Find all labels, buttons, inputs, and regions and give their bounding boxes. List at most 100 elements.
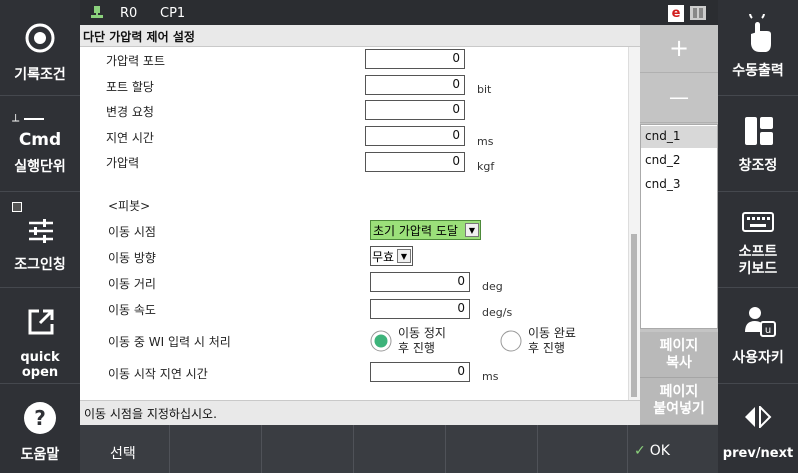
vertical-scrollbar[interactable] xyxy=(628,47,640,400)
soft-keyboard-button[interactable]: 소프트 키보드 xyxy=(718,192,798,288)
add-button[interactable]: + xyxy=(640,25,718,73)
function-key-2[interactable] xyxy=(170,425,262,473)
robot-arm-icon xyxy=(90,5,104,21)
move-speed-unit: deg/s xyxy=(482,306,513,319)
panel-icon xyxy=(690,6,706,20)
change-request-label: 변경 요청 xyxy=(106,105,154,119)
cmd-exec-unit-button[interactable]: ⟂ Cmd 실행단위 xyxy=(0,96,80,192)
function-key-3[interactable] xyxy=(262,425,354,473)
delay-time-label: 지연 시간 xyxy=(106,131,154,145)
page-copy-button[interactable]: 페이지 복사 xyxy=(640,332,718,378)
radio-unselected-icon xyxy=(500,330,522,352)
move-direction-dropdown[interactable]: 무효 ▼ xyxy=(370,246,413,266)
exec-unit-label: 실행단위 xyxy=(14,159,66,175)
open-external-icon xyxy=(27,308,55,336)
window-layout-icon xyxy=(744,116,774,146)
help-button[interactable]: ? 도움말 xyxy=(0,384,80,473)
user-key-label: 사용자키 xyxy=(732,350,784,366)
e-badge: e xyxy=(668,5,684,22)
move-direction-label: 이동 방향 xyxy=(108,251,156,265)
wi-input-label: 이동 중 WI 입력 시 처리 xyxy=(108,335,231,349)
svg-text:⟂: ⟂ xyxy=(12,111,20,124)
function-key-4[interactable] xyxy=(354,425,446,473)
function-key-6[interactable] xyxy=(538,425,628,473)
wi-complete-radio[interactable]: 이동 완료 후 진행 xyxy=(500,326,620,358)
list-item[interactable]: cnd_1 xyxy=(641,126,717,148)
jog-inching-label: 조그인칭 xyxy=(14,257,66,273)
window-control-label: 창조정 xyxy=(738,158,778,174)
status-message: 이동 시점을 지정하십시오. xyxy=(80,400,640,425)
delay-time-unit: ms xyxy=(477,135,494,148)
quick-open-button[interactable]: quick open xyxy=(0,288,80,384)
wi-complete-label: 이동 완료 후 진행 xyxy=(528,326,576,355)
help-label: 도움말 xyxy=(20,447,60,463)
checkbox-icon xyxy=(12,202,22,212)
svg-text:?: ? xyxy=(34,406,46,430)
svg-text:u: u xyxy=(765,325,771,336)
record-condition-label: 기록조건 xyxy=(14,67,66,83)
change-request-field[interactable]: 0 xyxy=(365,100,465,120)
prev-next-icon xyxy=(743,406,773,428)
step-icon: ⟂ xyxy=(12,110,46,124)
port-assign-unit: bit xyxy=(477,83,492,96)
record-icon xyxy=(24,22,56,54)
robot-id: R0 xyxy=(120,6,138,21)
prev-next-label: prev/next xyxy=(722,446,794,461)
manual-output-label: 수동출력 xyxy=(732,63,784,79)
minus-icon: — xyxy=(669,85,689,109)
force-port-field[interactable]: 0 xyxy=(365,49,465,69)
right-sidebar: 수동출력 창조정 소프트 키보드 u 사용자키 prev/next xyxy=(718,0,798,473)
keyboard-icon xyxy=(742,212,774,232)
left-sidebar: 기록조건 ⟂ Cmd 실행단위 조그인칭 quick open ? 도움말 xyxy=(0,0,80,473)
force-unit: kgf xyxy=(477,160,495,173)
ok-button[interactable]: ✓ OK xyxy=(628,425,718,473)
cmd-title: Cmd xyxy=(18,130,62,150)
page-paste-button[interactable]: 페이지 붙여넣기 xyxy=(640,378,718,425)
move-time-label: 이동 시점 xyxy=(108,225,156,239)
wi-stop-radio[interactable]: 이동 정지 후 진행 xyxy=(370,326,490,358)
chevron-down-icon: ▼ xyxy=(397,249,411,263)
function-key-5[interactable] xyxy=(446,425,538,473)
record-condition-button[interactable]: 기록조건 xyxy=(0,0,80,96)
remove-button[interactable]: — xyxy=(640,73,718,123)
user-key-icon: u xyxy=(744,306,776,338)
move-direction-value: 무효 xyxy=(372,250,395,264)
help-icon: ? xyxy=(23,401,57,435)
force-label: 가압력 xyxy=(106,156,140,170)
dialog-title: 다단 가압력 제어 설정 xyxy=(80,25,640,47)
force-port-label: 가압력 포트 xyxy=(106,54,166,68)
move-speed-label: 이동 속도 xyxy=(108,303,156,317)
soft-keyboard-label: 소프트 키보드 xyxy=(738,244,778,277)
chevron-down-icon: ▼ xyxy=(465,223,479,237)
pivot-header: <피봇> xyxy=(108,199,151,213)
window-control-button[interactable]: 창조정 xyxy=(718,96,798,192)
plus-icon: + xyxy=(668,34,690,62)
slider-settings-icon xyxy=(27,218,55,244)
force-field[interactable]: 0 xyxy=(365,152,465,172)
start-delay-label: 이동 시작 지연 시간 xyxy=(108,367,208,381)
move-distance-label: 이동 거리 xyxy=(108,277,156,291)
scrollbar-thumb[interactable] xyxy=(631,234,637,397)
jog-inching-button[interactable]: 조그인칭 xyxy=(0,192,80,288)
bottom-function-bar: 선택 ✓ OK xyxy=(80,425,718,473)
move-speed-field[interactable]: 0 xyxy=(370,299,470,319)
quick-open-label: quick open xyxy=(20,350,60,380)
move-time-dropdown[interactable]: 초기 가압력 도달 ▼ xyxy=(370,220,481,240)
user-key-button[interactable]: u 사용자키 xyxy=(718,288,798,384)
port-assign-field[interactable]: 0 xyxy=(365,75,465,95)
cp-id: CP1 xyxy=(160,6,186,21)
move-distance-unit: deg xyxy=(482,280,503,293)
select-button[interactable]: 선택 xyxy=(80,425,170,473)
move-distance-field[interactable]: 0 xyxy=(370,272,470,292)
manual-output-button[interactable]: 수동출력 xyxy=(718,0,798,96)
condition-list: cnd_1 cnd_2 cnd_3 xyxy=(640,124,718,329)
port-assign-label: 포트 할당 xyxy=(106,80,154,94)
prev-next-button[interactable]: prev/next xyxy=(718,384,798,473)
list-item[interactable]: cnd_2 xyxy=(641,150,717,172)
delay-time-field[interactable]: 0 xyxy=(365,126,465,146)
move-time-value: 초기 가압력 도달 xyxy=(373,224,458,238)
top-status-bar: R0 CP1 e xyxy=(80,0,718,25)
start-delay-field[interactable]: 0 xyxy=(370,362,470,382)
settings-form: 가압력 포트 0 포트 할당 0 bit 변경 요청 0 지연 시간 0 ms … xyxy=(80,47,628,400)
list-item[interactable]: cnd_3 xyxy=(641,174,717,196)
